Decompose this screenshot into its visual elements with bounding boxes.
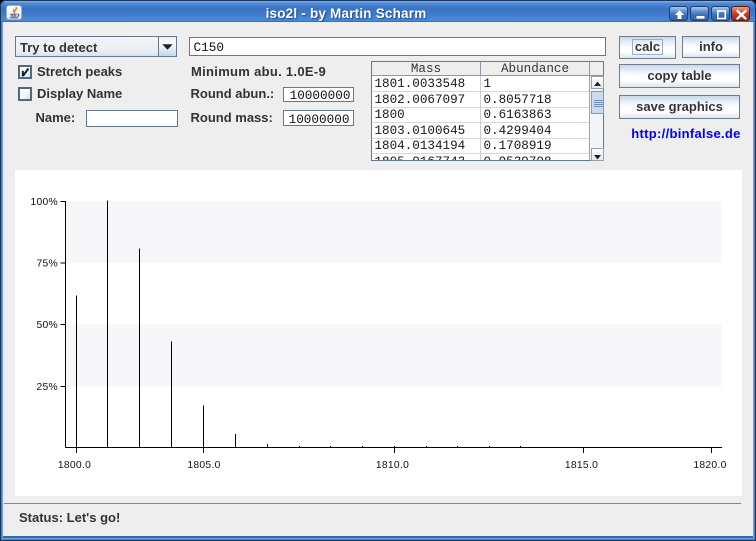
svg-text:1800.0: 1800.0 bbox=[58, 460, 91, 471]
svg-text:1820.0: 1820.0 bbox=[693, 460, 726, 471]
svg-text:1810.0: 1810.0 bbox=[376, 460, 409, 471]
svg-text:50%: 50% bbox=[36, 320, 58, 331]
svg-text:1805.0: 1805.0 bbox=[187, 460, 220, 471]
svg-text:25%: 25% bbox=[36, 382, 58, 393]
svg-text:1815.0: 1815.0 bbox=[565, 460, 598, 471]
svg-text:100%: 100% bbox=[30, 197, 58, 208]
svg-text:75%: 75% bbox=[36, 259, 58, 270]
